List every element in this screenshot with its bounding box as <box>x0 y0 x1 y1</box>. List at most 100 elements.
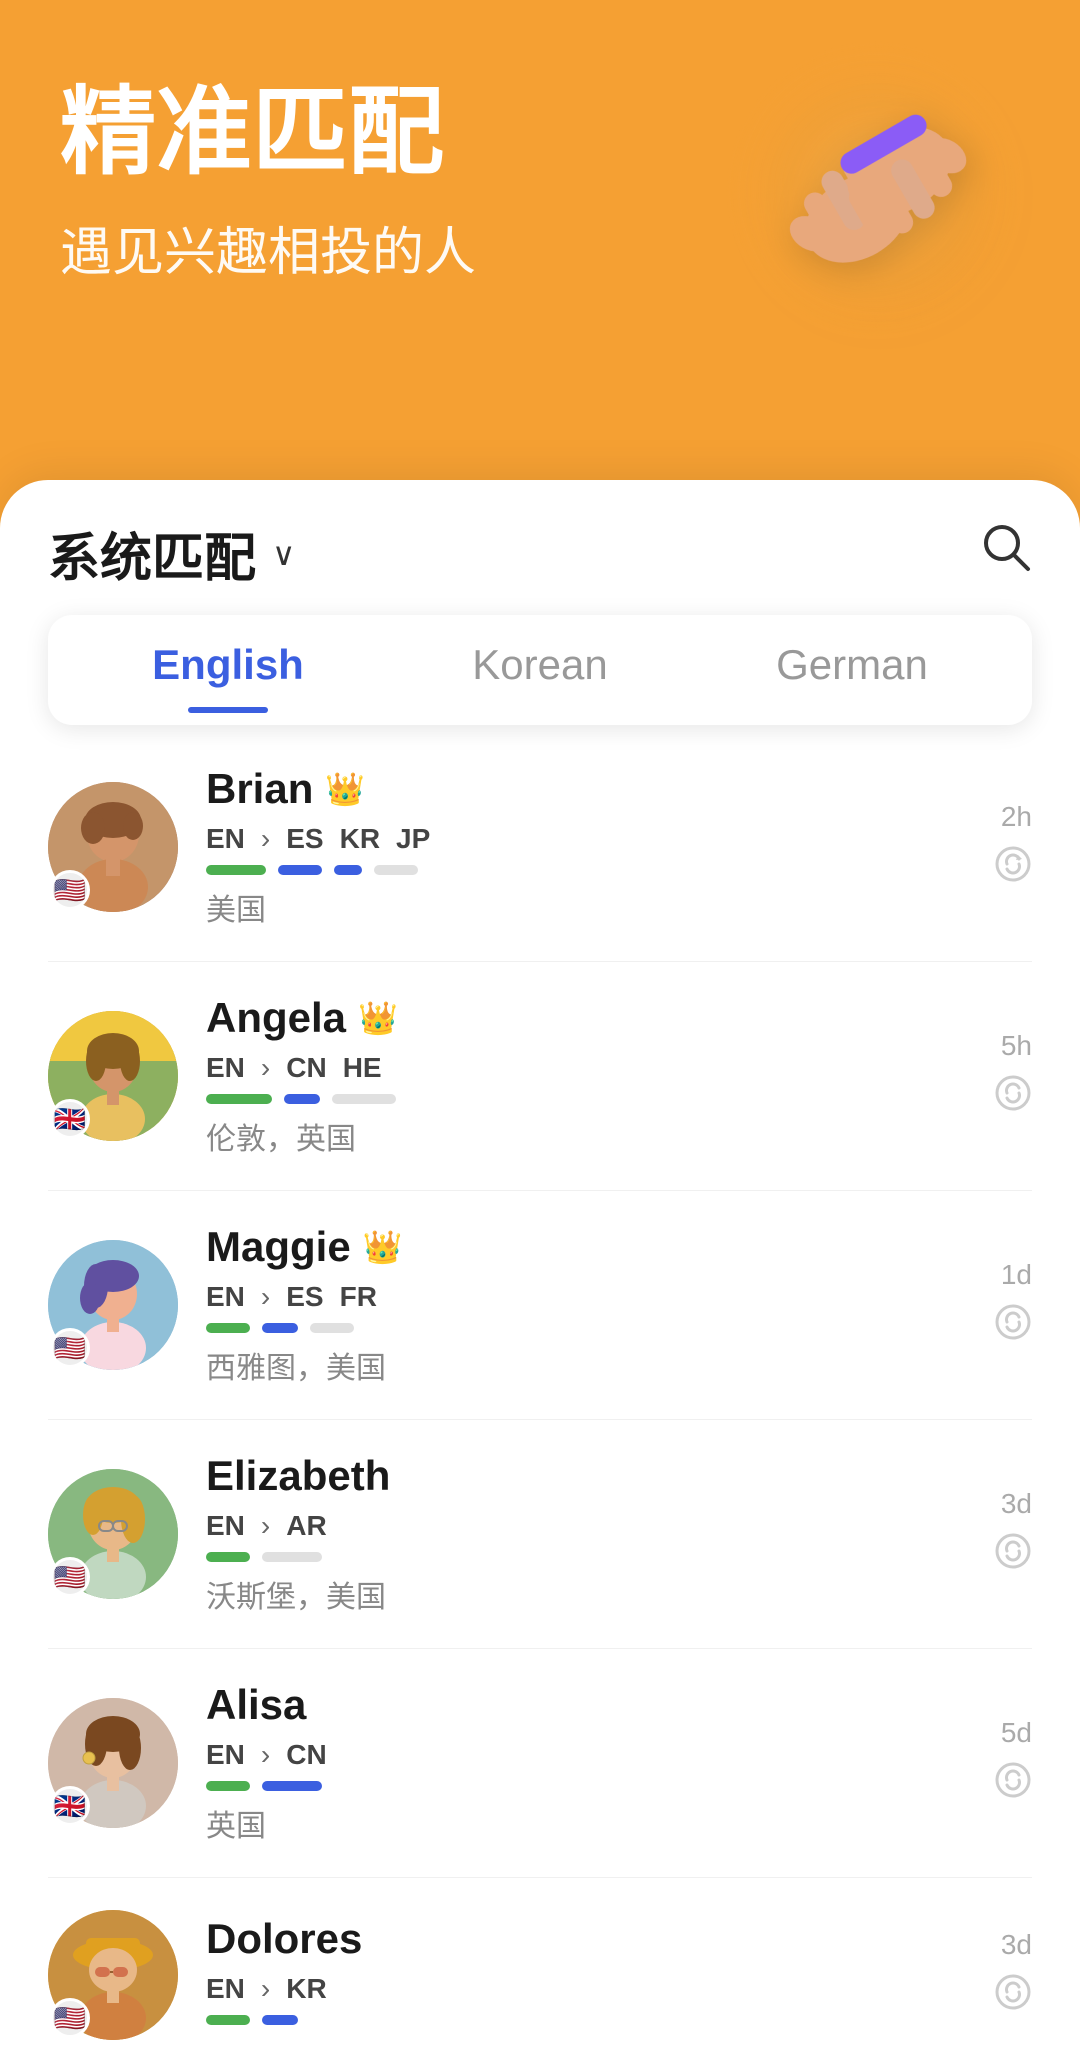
lang-tabs: English Korean German <box>48 615 1032 725</box>
arrow-icon: › <box>261 1739 270 1771</box>
lang-tags-row: EN › CN <box>206 1739 966 1771</box>
list-item[interactable]: 🇬🇧 Angela 👑 EN › CN HE 伦敦，英国 <box>48 962 1032 1191</box>
proficiency-bar <box>206 865 266 875</box>
proficiency-bar <box>284 1094 320 1104</box>
lang-tags-row: EN › ES KR JP <box>206 823 966 855</box>
proficiency-bar <box>262 1781 322 1791</box>
lang-bars <box>206 865 966 875</box>
user-info: Elizabeth EN › AR 沃斯堡，美国 <box>206 1452 966 1616</box>
proficiency-bar <box>262 2015 298 2025</box>
user-name: Dolores <box>206 1915 362 1963</box>
crown-icon: 👑 <box>325 770 365 808</box>
user-location: 伦敦，英国 <box>206 1114 966 1158</box>
avatar: 🇺🇸 <box>48 782 178 912</box>
flag-badge: 🇬🇧 <box>50 1786 90 1826</box>
user-meta: 3d <box>994 1929 1032 2021</box>
proficiency-bar <box>334 865 362 875</box>
user-meta: 5h <box>994 1030 1032 1122</box>
time-text: 3d <box>1001 1488 1032 1520</box>
lang-to: CN <box>286 1052 326 1084</box>
user-meta: 2h <box>994 801 1032 893</box>
list-item[interactable]: 🇺🇸 Maggie 👑 EN › ES FR 西雅图，美 <box>48 1191 1032 1420</box>
tab-korean[interactable]: Korean <box>384 615 696 725</box>
list-item[interactable]: 🇺🇸 Dolores EN › KR 3d <box>48 1878 1032 2072</box>
main-card: 系统匹配 ∨ English Korean German <box>0 480 1080 2072</box>
refresh-icon[interactable] <box>994 1532 1032 1580</box>
lang-from: EN <box>206 1052 245 1084</box>
avatar: 🇬🇧 <box>48 1698 178 1828</box>
lang-from: EN <box>206 1739 245 1771</box>
tab-english[interactable]: English <box>72 615 384 725</box>
arrow-icon: › <box>261 823 270 855</box>
user-location: 沃斯堡，美国 <box>206 1572 966 1616</box>
time-text: 1d <box>1001 1259 1032 1291</box>
search-bar-row: 系统匹配 ∨ <box>0 480 1080 591</box>
tab-german[interactable]: German <box>696 615 1008 725</box>
search-icon[interactable] <box>980 521 1032 586</box>
avatar: 🇺🇸 <box>48 1910 178 2040</box>
lang-to: FR <box>340 1281 377 1313</box>
proficiency-bar <box>262 1323 298 1333</box>
user-name-row: Elizabeth <box>206 1452 966 1500</box>
user-info: Angela 👑 EN › CN HE 伦敦，英国 <box>206 994 966 1158</box>
proficiency-bar <box>206 1323 250 1333</box>
list-item[interactable]: 🇺🇸 Brian 👑 EN › ES KR JP <box>48 733 1032 962</box>
refresh-icon[interactable] <box>994 1074 1032 1122</box>
lang-from: EN <box>206 1510 245 1542</box>
user-name: Angela <box>206 994 346 1042</box>
proficiency-bar <box>206 2015 250 2025</box>
lang-bars <box>206 2015 966 2025</box>
avatar: 🇺🇸 <box>48 1469 178 1599</box>
arrow-icon: › <box>261 1510 270 1542</box>
proficiency-bar <box>206 1781 250 1791</box>
user-name: Maggie <box>206 1223 351 1271</box>
lang-tags-row: EN › ES FR <box>206 1281 966 1313</box>
user-info: Brian 👑 EN › ES KR JP 美国 <box>206 765 966 929</box>
lang-to: ES <box>286 1281 323 1313</box>
user-name-row: Brian 👑 <box>206 765 966 813</box>
search-selector[interactable]: 系统匹配 ∨ <box>48 516 295 591</box>
user-list: 🇺🇸 Brian 👑 EN › ES KR JP <box>0 733 1080 2072</box>
lang-to: AR <box>286 1510 326 1542</box>
arrow-icon: › <box>261 1052 270 1084</box>
user-info: Dolores EN › KR <box>206 1915 966 2035</box>
crown-icon: 👑 <box>358 999 398 1037</box>
user-name-row: Dolores <box>206 1915 966 1963</box>
user-location: 美国 <box>206 885 966 929</box>
hero-section: 精准匹配 遇见兴趣相投的人 <box>0 0 1080 520</box>
user-meta: 5d <box>994 1717 1032 1809</box>
flag-badge: 🇺🇸 <box>50 1328 90 1368</box>
proficiency-bar <box>206 1094 272 1104</box>
list-item[interactable]: 🇺🇸 Elizabeth EN › AR 沃斯堡，美国 3d <box>48 1420 1032 1649</box>
time-text: 2h <box>1001 801 1032 833</box>
user-info: Alisa EN › CN 英国 <box>206 1681 966 1845</box>
lang-tags-row: EN › KR <box>206 1973 966 2005</box>
user-name: Brian <box>206 765 313 813</box>
user-name: Alisa <box>206 1681 306 1729</box>
refresh-icon[interactable] <box>994 1303 1032 1351</box>
proficiency-bar <box>374 865 418 875</box>
user-name-row: Maggie 👑 <box>206 1223 966 1271</box>
lang-tags-row: EN › CN HE <box>206 1052 966 1084</box>
handshake-illustration <box>690 5 1070 426</box>
user-meta: 3d <box>994 1488 1032 1580</box>
user-location: 英国 <box>206 1801 966 1845</box>
chevron-down-icon[interactable]: ∨ <box>272 535 295 573</box>
lang-to: CN <box>286 1739 326 1771</box>
lang-to: KR <box>340 823 380 855</box>
user-info: Maggie 👑 EN › ES FR 西雅图，美国 <box>206 1223 966 1387</box>
refresh-icon[interactable] <box>994 845 1032 893</box>
time-text: 5h <box>1001 1030 1032 1062</box>
arrow-icon: › <box>261 1973 270 2005</box>
lang-bars <box>206 1552 966 1562</box>
lang-to: ES <box>286 823 323 855</box>
list-item[interactable]: 🇬🇧 Alisa EN › CN 英国 5d <box>48 1649 1032 1878</box>
proficiency-bar <box>262 1552 322 1562</box>
refresh-icon[interactable] <box>994 1761 1032 1809</box>
refresh-icon[interactable] <box>994 1973 1032 2021</box>
lang-bars <box>206 1781 966 1791</box>
time-text: 5d <box>1001 1717 1032 1749</box>
lang-to: JP <box>396 823 430 855</box>
user-name-row: Alisa <box>206 1681 966 1729</box>
lang-from: EN <box>206 823 245 855</box>
